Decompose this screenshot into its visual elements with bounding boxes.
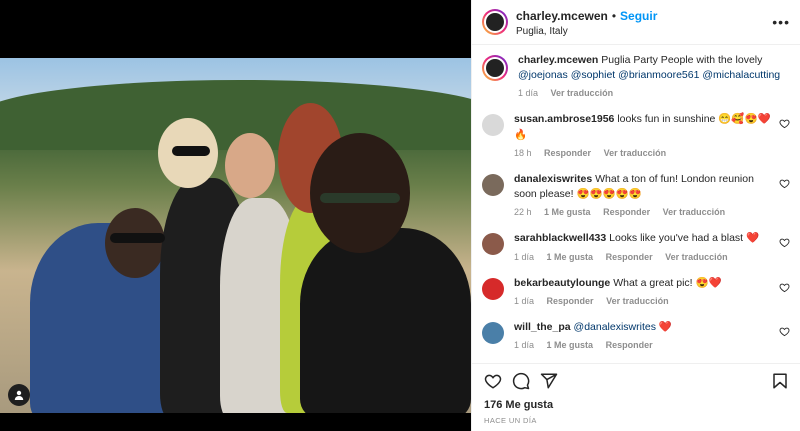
reply-button[interactable]: Responder [547, 296, 594, 306]
comment-like-icon[interactable] [779, 118, 790, 129]
comment-username[interactable]: bekarbeautylounge [514, 277, 610, 289]
avatar[interactable] [482, 233, 504, 256]
comment-time[interactable]: 22 h [514, 207, 532, 217]
photo-person-5 [300, 228, 471, 413]
action-bar [472, 368, 800, 394]
user-tag-button[interactable] [8, 384, 30, 406]
comment-username[interactable]: susan.ambrose1956 [514, 113, 614, 125]
mention-link[interactable]: @sophiet [571, 69, 616, 81]
comment-item: will_the_pa @danalexiswrites ❤️ 1 día 1 … [482, 320, 790, 352]
photo-sunglasses [110, 233, 165, 243]
author-username[interactable]: charley.mcewen [516, 9, 608, 23]
avatar[interactable] [482, 173, 504, 196]
comment-item: sarahblackwell433 Looks like you've had … [482, 231, 790, 263]
separator-dot: • [611, 8, 617, 23]
comment-username[interactable]: danalexiswrites [514, 173, 592, 185]
comment-icon[interactable] [512, 372, 530, 390]
heart-icon[interactable] [484, 372, 502, 390]
avatar[interactable] [482, 321, 504, 344]
like-count[interactable]: 1 Me gusta [547, 252, 594, 262]
avatar[interactable] [482, 114, 504, 137]
translate-link[interactable]: Ver traducción [665, 252, 728, 262]
share-icon[interactable] [540, 372, 558, 390]
mention-link[interactable]: @brianmoore561 [618, 69, 699, 81]
comment-item: susan.ambrose1956 looks fun in sunshine … [482, 112, 790, 159]
mention-link[interactable]: @danalexiswrites [574, 321, 656, 333]
post-photo[interactable] [0, 58, 471, 413]
post-header: charley.mcewen • Seguir Puglia, Italy ••• [472, 0, 800, 45]
comment-like-icon[interactable] [779, 178, 790, 189]
comment-text: What a great pic! 😍❤️ [613, 276, 722, 289]
reply-button[interactable]: Responder [544, 148, 591, 158]
caption-text: Puglia Party People with the lovely [601, 54, 763, 66]
translate-link[interactable]: Ver traducción [551, 88, 614, 98]
photo-sunglasses [320, 193, 400, 203]
comment-text: Looks like you've had a blast ❤️ [609, 232, 760, 245]
user-tag-icon [14, 390, 24, 400]
post-location[interactable]: Puglia, Italy [516, 26, 657, 39]
bookmark-icon[interactable] [771, 372, 789, 390]
comment-text: ❤️ [658, 320, 672, 333]
likes-count[interactable]: 176 Me gusta [484, 399, 553, 411]
translate-link[interactable]: Ver traducción [604, 148, 667, 158]
reply-button[interactable]: Responder [603, 207, 650, 217]
comment-time[interactable]: 18 h [514, 148, 532, 158]
mention-link[interactable]: @michalacutting [702, 69, 780, 81]
comment-like-icon[interactable] [779, 282, 790, 293]
avatar[interactable] [482, 55, 508, 81]
post-date[interactable]: HACE UN DÍA [484, 416, 537, 425]
follow-button[interactable]: Seguir [620, 9, 657, 23]
photo-person-1-head [105, 208, 165, 278]
comments-list: charley.mcewen Puglia Party People with … [472, 45, 800, 352]
avatar[interactable] [482, 277, 504, 300]
comment-item: danalexiswrites What a ton of fun! Londo… [482, 172, 790, 219]
like-count[interactable]: 1 Me gusta [544, 207, 591, 217]
caption-username[interactable]: charley.mcewen [518, 54, 598, 66]
comment-like-icon[interactable] [779, 326, 790, 337]
post-viewer: charley.mcewen • Seguir Puglia, Italy ••• … [0, 0, 800, 431]
like-count[interactable]: 1 Me gusta [547, 340, 594, 350]
reply-button[interactable]: Responder [606, 340, 653, 350]
post-sidebar: charley.mcewen • Seguir Puglia, Italy ••• … [471, 0, 800, 431]
comment-time[interactable]: 1 día [514, 340, 534, 350]
caption-time[interactable]: 1 día [518, 88, 538, 98]
comment-time[interactable]: 1 día [514, 296, 534, 306]
comment-username[interactable]: sarahblackwell433 [514, 232, 606, 244]
post-media [0, 0, 471, 431]
divider [472, 363, 800, 364]
translate-link[interactable]: Ver traducción [606, 296, 669, 306]
photo-sunglasses [172, 146, 210, 156]
reply-button[interactable]: Responder [606, 252, 653, 262]
avatar[interactable] [482, 9, 508, 35]
comment-username[interactable]: will_the_pa [514, 321, 571, 333]
mention-link[interactable]: @joejonas [518, 69, 568, 81]
photo-person-3-head [225, 133, 275, 198]
comment-time[interactable]: 1 día [514, 252, 534, 262]
caption: charley.mcewen Puglia Party People with … [482, 53, 790, 100]
translate-link[interactable]: Ver traducción [663, 207, 726, 217]
more-options-icon[interactable]: ••• [772, 14, 790, 30]
comment-item: bekarbeautylounge What a great pic! 😍❤️ … [482, 276, 790, 308]
comment-like-icon[interactable] [779, 237, 790, 248]
